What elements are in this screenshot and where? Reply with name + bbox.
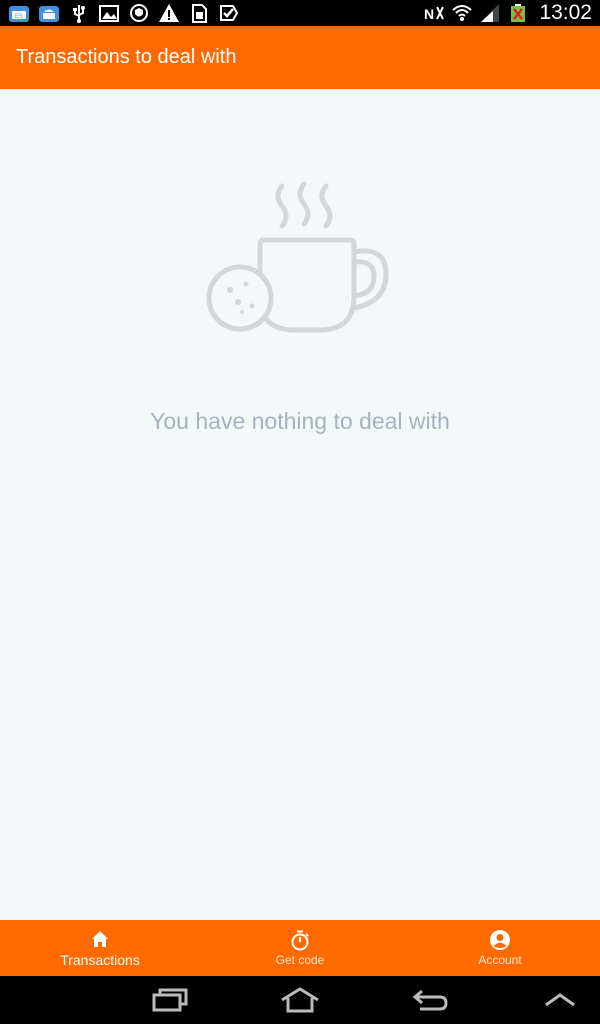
nav-label-get-code: Get code xyxy=(275,953,325,967)
check-notification-icon xyxy=(218,3,240,23)
svg-text:ES: ES xyxy=(15,14,23,20)
nfc-icon: N xyxy=(423,3,445,23)
wifi-icon xyxy=(451,3,473,23)
home-icon[interactable] xyxy=(278,984,322,1016)
page-title: Transactions to deal with xyxy=(16,46,237,68)
status-bar-clock: 13:02 xyxy=(539,1,592,24)
status-bar-left: ES xyxy=(0,0,240,26)
nav-item-get-code[interactable]: Get code xyxy=(200,920,400,976)
nav-label-account: Account xyxy=(478,953,522,967)
coffee-cup-cookie-icon xyxy=(200,178,400,338)
nav-label-transactions: Transactions xyxy=(60,952,140,968)
nav-item-transactions[interactable]: Transactions xyxy=(0,920,200,976)
system-navigation-bar xyxy=(0,976,600,1024)
menu-up-icon[interactable] xyxy=(538,984,582,1016)
battery-icon xyxy=(507,3,529,23)
usb-icon xyxy=(68,3,90,23)
bottom-navigation: Transactions Get code Account xyxy=(0,920,600,976)
timer-icon xyxy=(289,929,311,951)
home-icon xyxy=(89,928,111,950)
back-icon[interactable] xyxy=(408,984,452,1016)
vpn-shield-icon xyxy=(128,3,150,23)
empty-state-message: You have nothing to deal with xyxy=(150,408,450,434)
status-bar: ES N 13:02 xyxy=(0,0,600,26)
nav-item-account[interactable]: Account xyxy=(400,920,600,976)
recent-apps-icon[interactable] xyxy=(148,984,192,1016)
sim-card-icon xyxy=(188,3,210,23)
svg-text:N: N xyxy=(424,6,434,22)
warning-icon xyxy=(158,3,180,23)
status-bar-right: N 13:02 xyxy=(423,0,600,26)
image-icon xyxy=(98,3,120,23)
cloud-notification-icon xyxy=(38,3,60,23)
signal-icon xyxy=(479,3,501,23)
notification-app-icon: ES xyxy=(8,3,30,23)
account-icon xyxy=(489,929,511,951)
app-bar: Transactions to deal with xyxy=(0,26,600,89)
